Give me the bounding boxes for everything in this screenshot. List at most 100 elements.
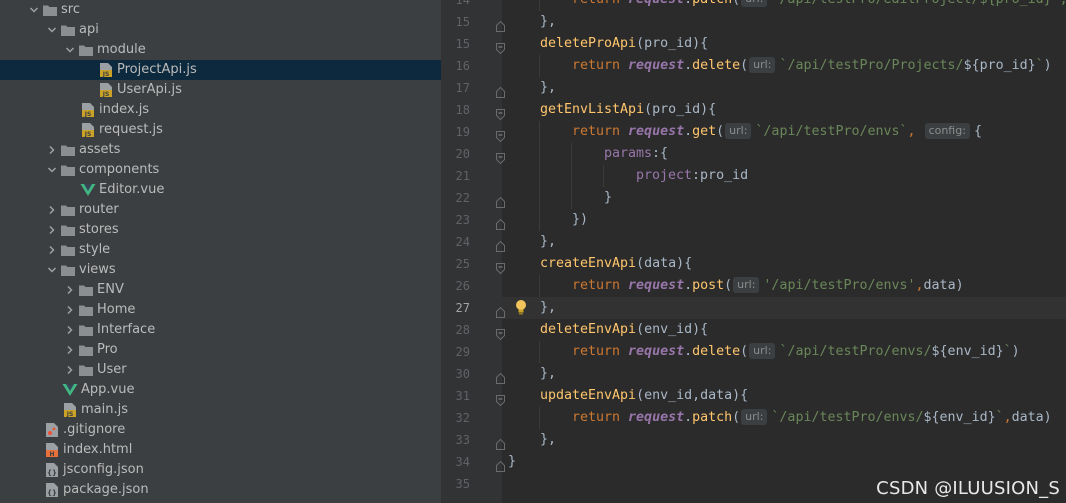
fold-end-icon[interactable]	[496, 193, 505, 208]
code-token: },	[540, 80, 557, 95]
tree-item[interactable]: Pro	[0, 340, 441, 360]
chevron-right-icon[interactable]	[44, 240, 60, 260]
code-line[interactable]: return request.patch(url:`/api/testPro/e…	[572, 0, 1066, 11]
tree-item[interactable]: JS UserApi.js	[0, 80, 441, 100]
code-line[interactable]: createEnvApi(data){	[540, 253, 692, 275]
js-file-icon: JS	[98, 60, 114, 80]
code-editor[interactable]: 14 15 15 16 17 18 19 20 21 22 23 24 25 26 27 28 29 30 31 32…	[442, 0, 1066, 503]
fold-end-icon[interactable]	[496, 435, 505, 450]
fold-end-icon[interactable]	[496, 83, 505, 98]
tree-item[interactable]: .gitignore	[0, 420, 441, 440]
fold-start-icon[interactable]	[496, 259, 505, 275]
code-line[interactable]: updateEnvApi(env_id,data){	[540, 385, 748, 407]
code-line[interactable]: return request.patch(url:`/api/testPro/e…	[572, 407, 1052, 429]
tree-item[interactable]: router	[0, 200, 441, 220]
line-number: 23	[455, 213, 470, 227]
tree-item[interactable]: ENV	[0, 280, 441, 300]
chevron-down-icon[interactable]	[62, 40, 78, 60]
fold-end-icon[interactable]	[496, 17, 505, 32]
tree-item[interactable]: module	[0, 40, 441, 60]
tree-item-label: router	[79, 202, 119, 217]
code-token: (	[740, 344, 749, 359]
code-line[interactable]: },	[540, 77, 556, 99]
tree-item[interactable]: Hindex.html	[0, 440, 441, 460]
tree-item[interactable]: {} jsconfig.json	[0, 460, 441, 480]
code-line[interactable]: }	[604, 187, 612, 209]
tree-item[interactable]: src	[0, 0, 441, 20]
chevron-down-icon[interactable]	[44, 260, 60, 280]
tree-item-label: index.html	[63, 442, 133, 457]
tree-item-label: assets	[79, 142, 121, 157]
code-line[interactable]: }	[508, 451, 516, 473]
code-line[interactable]: },	[540, 429, 556, 451]
tree-item[interactable]: Interface	[0, 320, 441, 340]
code-token: `/api/testPro/envs/	[779, 344, 932, 359]
chevron-right-icon[interactable]	[44, 220, 60, 240]
fold-end-icon[interactable]	[496, 457, 505, 472]
code-token: return	[572, 58, 629, 73]
code-line[interactable]: deleteProApi(pro_id){	[540, 33, 708, 55]
lightbulb-icon[interactable]	[515, 299, 527, 315]
tree-item[interactable]: assets	[0, 140, 441, 160]
code-token: {	[973, 124, 982, 139]
code-line[interactable]: deleteEnvApi(env_id){	[540, 319, 708, 341]
fold-start-icon[interactable]	[496, 391, 505, 407]
chevron-right-icon[interactable]	[62, 360, 78, 380]
chevron-right-icon[interactable]	[62, 340, 78, 360]
fold-start-icon[interactable]	[496, 105, 505, 121]
chevron-right-icon[interactable]	[62, 300, 78, 320]
tree-item[interactable]: Home	[0, 300, 441, 320]
tree-item[interactable]: User	[0, 360, 441, 380]
chevron-down-icon[interactable]	[44, 20, 60, 40]
tree-item[interactable]: {} package.json	[0, 480, 441, 500]
code-line[interactable]: getEnvListApi(pro_id){	[540, 99, 716, 121]
tree-item[interactable]: Editor.vue	[0, 180, 441, 200]
code-token: data)	[923, 278, 964, 293]
code-line[interactable]: },	[540, 297, 556, 319]
code-token: `	[1003, 344, 1012, 359]
tree-item[interactable]: views	[0, 260, 441, 280]
folder-icon	[78, 300, 94, 320]
fold-end-icon[interactable]	[496, 369, 505, 384]
code-line[interactable]: },	[540, 363, 556, 385]
fold-start-icon[interactable]	[496, 127, 505, 143]
fold-end-icon[interactable]	[496, 303, 505, 318]
chevron-right-icon[interactable]	[44, 200, 60, 220]
tree-item[interactable]: api	[0, 20, 441, 40]
code-line[interactable]: },	[540, 11, 556, 33]
fold-start-icon[interactable]	[496, 39, 505, 55]
tree-item[interactable]: components	[0, 160, 441, 180]
chevron-right-icon[interactable]	[44, 140, 60, 160]
fold-end-icon[interactable]	[496, 237, 505, 252]
code-token: (env_id){	[636, 322, 709, 337]
code-line[interactable]: return request.post(url: '/api/testPro/en…	[572, 275, 964, 297]
code-token: ${env_id}	[931, 344, 1004, 359]
code-token: params	[604, 146, 653, 161]
code-token: post	[692, 278, 725, 293]
code-line[interactable]: return request.delete(url: `/api/testPro/…	[572, 341, 1020, 363]
tree-item[interactable]: JS request.js	[0, 120, 441, 140]
tree-item[interactable]: JS ProjectApi.js	[0, 60, 441, 80]
fold-end-icon[interactable]	[496, 215, 505, 230]
code-line[interactable]: })	[572, 209, 588, 231]
line-number: 26	[455, 279, 470, 293]
code-line[interactable]: return request.delete(url: `/api/testPro/…	[572, 55, 1052, 77]
code-token: return	[572, 0, 628, 7]
code-line[interactable]: },	[540, 231, 556, 253]
code-line[interactable]: return request.get(url: `/api/testPro/env…	[572, 121, 982, 143]
chevron-right-icon[interactable]	[62, 320, 78, 340]
chevron-right-icon[interactable]	[62, 280, 78, 300]
tree-item[interactable]: style	[0, 240, 441, 260]
folder-icon	[60, 240, 76, 260]
chevron-down-icon[interactable]	[26, 0, 42, 20]
fold-start-icon[interactable]	[496, 325, 505, 341]
code-line[interactable]: project:pro_id	[636, 165, 748, 187]
fold-start-icon[interactable]	[496, 149, 505, 165]
tree-item[interactable]: JS main.js	[0, 400, 441, 420]
tree-item[interactable]: stores	[0, 220, 441, 240]
tree-item[interactable]: JS index.js	[0, 100, 441, 120]
code-line[interactable]: params:{	[604, 143, 668, 165]
chevron-down-icon[interactable]	[44, 160, 60, 180]
line-number: 20	[455, 147, 470, 161]
tree-item[interactable]: App.vue	[0, 380, 441, 400]
